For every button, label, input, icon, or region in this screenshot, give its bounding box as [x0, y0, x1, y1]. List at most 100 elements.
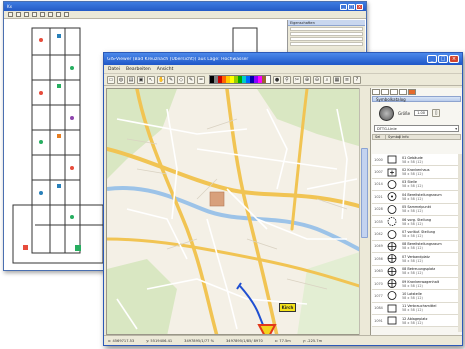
- symbol-list-item[interactable]: 1035 06 vorg. Stellung 58 x 58 (12): [372, 215, 460, 229]
- symbol-list-scrollbar[interactable]: [458, 154, 462, 332]
- status-field: y: 5519406.41: [146, 338, 173, 343]
- property-row[interactable]: [290, 42, 363, 46]
- map-vertical-scrollbar[interactable]: [359, 88, 368, 335]
- symbol-size: 58 x 58 (12): [402, 172, 423, 177]
- menubar: Datei Bearbeiten Ansicht: [104, 65, 462, 74]
- status-field: 3497895/1/77 %: [184, 338, 214, 343]
- save-icon[interactable]: [24, 12, 29, 17]
- column-header[interactable]: Symbol: [386, 135, 401, 139]
- close-button[interactable]: ×: [449, 55, 459, 63]
- menu-edit[interactable]: Bearbeiten: [126, 67, 151, 72]
- gis-titlebar[interactable]: GIS-Viewer (Bad Kreuznach (Übersicht)) a…: [104, 53, 462, 65]
- floorplan-titlebar[interactable]: Kx _ □ ×: [4, 2, 366, 11]
- shape-icon[interactable]: ◇: [177, 75, 185, 84]
- size-label: Größe: [398, 110, 411, 116]
- maximize-button[interactable]: □: [438, 55, 448, 63]
- symbol-size: 58 x 58 (12): [402, 258, 423, 263]
- zoom-out-icon[interactable]: ⊖: [313, 75, 321, 84]
- hand-icon[interactable]: ✋: [157, 75, 165, 84]
- circle-tool-icon[interactable]: ●: [273, 75, 281, 84]
- symbol-size: 58 x 58 (12): [402, 209, 423, 214]
- maximize-button[interactable]: □: [348, 3, 355, 10]
- property-row[interactable]: [290, 32, 363, 36]
- select-icon[interactable]: [56, 12, 61, 17]
- symbol-list-item[interactable]: 1091 12 Ablageplatz 58 x 58 (12): [372, 315, 460, 328]
- symbol-size: 58 x 58 (12): [402, 320, 423, 325]
- map-label-badge[interactable]: Kirch: [279, 303, 296, 312]
- new-icon[interactable]: [8, 12, 13, 17]
- symbol-list-item[interactable]: 1042 07 vorläuf. Stellung 58 x 58 (12): [372, 228, 460, 241]
- tab-properties[interactable]: [381, 89, 389, 95]
- tab-symbols[interactable]: [408, 89, 416, 95]
- column-header[interactable]: Sel: [373, 135, 386, 139]
- symbol-list-item[interactable]: 1077 10 Lotstelle 58 x 58 (12): [372, 290, 460, 303]
- floorplan-title: Kx: [7, 4, 12, 9]
- symbol-list-item[interactable]: 1063 08 Betreuungsplatz 58 x 58 (12): [372, 265, 460, 278]
- tab-layers[interactable]: [372, 89, 380, 95]
- symbol-list-item[interactable]: 1049 08 Bereitstellungsraum 58 x 58 (12): [372, 240, 460, 254]
- line-width-icon[interactable]: ═: [197, 75, 205, 84]
- open-icon[interactable]: ▭: [107, 75, 115, 84]
- globe-icon[interactable]: ◍: [117, 75, 125, 84]
- size-field[interactable]: 1.00: [414, 110, 429, 116]
- scroll-thumb[interactable]: [361, 148, 368, 238]
- row-index: 1035: [374, 219, 383, 224]
- symbol-list-item[interactable]: 1056 07 Verbandplatz 58 x 58 (12): [372, 253, 460, 266]
- symbol-size: 58 x 58 (12): [402, 295, 423, 300]
- help-icon[interactable]: ?: [353, 75, 361, 84]
- tab-objects[interactable]: [390, 89, 398, 95]
- symbol-icon: [385, 290, 399, 301]
- pin-icon[interactable]: ⚲: [283, 75, 291, 84]
- panel-tabs: [371, 88, 462, 96]
- minimize-button[interactable]: _: [340, 3, 347, 10]
- zoom-in-icon[interactable]: [32, 12, 37, 17]
- symbol-list-item[interactable]: 1014 03 Stelle 58 x 58 (12): [372, 178, 460, 192]
- open-icon[interactable]: [16, 12, 21, 17]
- save-icon[interactable]: ▣: [137, 75, 145, 84]
- statusbar: x: 4569717.53 y: 5519406.41 3497895/1/77…: [104, 335, 462, 345]
- column-header[interactable]: Info: [400, 135, 460, 139]
- symbol-size: 58 x 58 (12): [402, 234, 423, 239]
- search-icon[interactable]: ⌕: [323, 75, 331, 84]
- row-index: 1028: [374, 207, 383, 212]
- color-palette[interactable]: [209, 75, 271, 84]
- print-icon[interactable]: [64, 12, 69, 17]
- cursor-icon[interactable]: ↖: [147, 75, 155, 84]
- symbol-list-item[interactable]: 1007 02 Krankenhaus 58 x 58 (12): [372, 166, 460, 179]
- scissors-icon[interactable]: ✂: [293, 75, 301, 84]
- symbol-icon: [385, 303, 399, 314]
- row-index: 1014: [374, 182, 383, 187]
- symbol-icon: [385, 266, 399, 277]
- zoom-out-icon[interactable]: [40, 12, 45, 17]
- row-index: 1077: [374, 293, 383, 298]
- grid-icon[interactable]: ▦: [333, 75, 341, 84]
- zoom-in-icon[interactable]: ⊕: [303, 75, 311, 84]
- pen-icon[interactable]: ✎: [167, 75, 175, 84]
- tab-info[interactable]: [399, 89, 407, 95]
- symbol-size: 58 x 58 (12): [402, 159, 423, 164]
- pan-icon[interactable]: [48, 12, 53, 17]
- pen-icon[interactable]: ✎: [187, 75, 195, 84]
- print-icon[interactable]: ▤: [127, 75, 135, 84]
- symbol-list-item[interactable]: 1070 09 Krankenwagenhalt 58 x 58 (12): [372, 277, 460, 291]
- symbol-category-select[interactable]: DTTG-Linie ▾: [374, 125, 459, 132]
- menu-file[interactable]: Datei: [108, 67, 120, 72]
- menu-view[interactable]: Ansicht: [157, 67, 174, 72]
- symbol-list-item[interactable]: 1028 05 Sammelpunkt 58 x 58 (12): [372, 203, 460, 216]
- clear-icon[interactable]: ▯: [432, 109, 441, 117]
- map-canvas[interactable]: Kirch: [106, 88, 368, 335]
- symbol-list-header: Sel Symbol Info: [372, 134, 461, 140]
- symbol-list-item[interactable]: 1084 11 Verbrauchsmittel 58 x 58 (12): [372, 302, 460, 316]
- property-row[interactable]: [290, 27, 363, 31]
- size-control: Größe 1.00 ▯: [371, 102, 462, 124]
- close-button[interactable]: ×: [356, 3, 363, 10]
- minimize-button[interactable]: _: [427, 55, 437, 63]
- property-row[interactable]: [290, 37, 363, 41]
- symbol-list-item[interactable]: 1000 01 Gebäude 58 x 58 (12): [372, 154, 460, 167]
- symbol-list-item[interactable]: 1021 04 Bereitstellungsraum 58 x 58 (12): [372, 191, 460, 204]
- color-swatch[interactable]: [266, 76, 270, 83]
- layers-icon[interactable]: ≡: [343, 75, 351, 84]
- floorplan-toolbar: [4, 11, 366, 19]
- size-knob[interactable]: [379, 105, 394, 121]
- row-index: 1084: [374, 306, 383, 311]
